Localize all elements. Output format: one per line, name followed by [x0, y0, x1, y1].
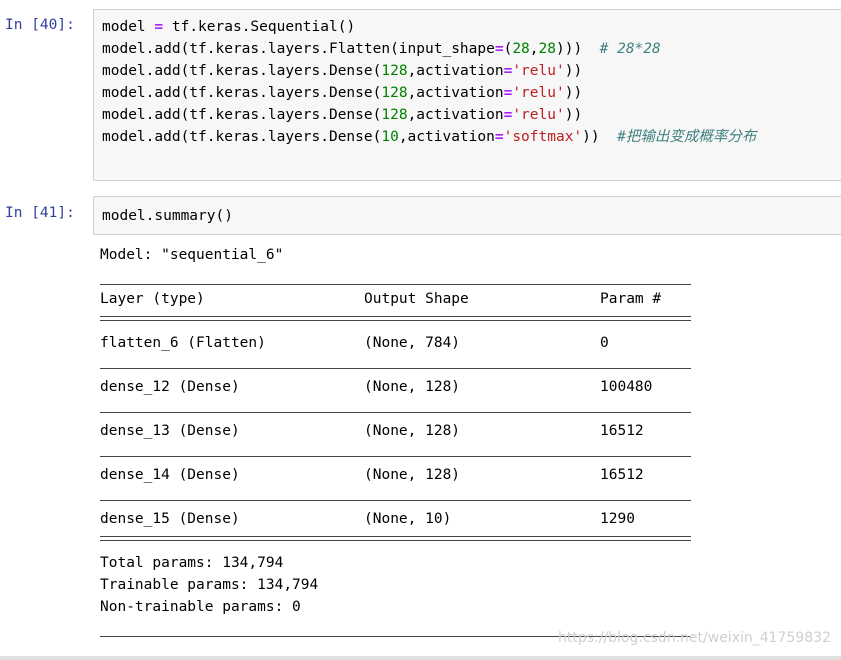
- code-token: 'softmax': [503, 129, 583, 145]
- code-token: ,activation: [407, 63, 504, 79]
- code-token: 10: [381, 129, 399, 145]
- header-layer: Layer (type): [100, 291, 205, 307]
- divider: [100, 500, 691, 501]
- code-token: 128: [381, 85, 408, 101]
- code-token: model.add(tf.keras.layers.Dense(: [102, 129, 382, 145]
- code-token: ,activation: [407, 85, 504, 101]
- param-count-cell: 1290: [600, 511, 635, 527]
- code-token: ,activation: [398, 129, 495, 145]
- layer-name-cell: dense_13 (Dense): [100, 423, 240, 439]
- code-token: 28: [512, 41, 530, 57]
- code-token: 'relu': [512, 85, 565, 101]
- code-token: ))): [555, 41, 600, 57]
- code-token: =: [494, 41, 504, 57]
- code-line: model.add(tf.keras.layers.Dense(10,activ…: [102, 126, 756, 148]
- param-count-cell: 0: [600, 335, 609, 351]
- code-token: 'relu': [512, 107, 565, 123]
- code-token: )): [564, 107, 583, 123]
- code-token: =: [494, 129, 504, 145]
- code-token: )): [564, 85, 583, 101]
- model-name-line: Model: "sequential_6": [100, 247, 284, 263]
- code-token: 128: [381, 107, 408, 123]
- cell-41-code-editor[interactable]: model.summary(): [93, 196, 841, 235]
- divider: [100, 368, 691, 369]
- code-line: model.add(tf.keras.layers.Dense(128,acti…: [102, 60, 582, 82]
- divider: [100, 412, 691, 413]
- layer-name-cell: dense_15 (Dense): [100, 511, 240, 527]
- divider-double: [100, 316, 691, 321]
- code-token: )): [564, 63, 583, 79]
- header-param: Param #: [600, 291, 662, 307]
- output-shape-cell: (None, 128): [364, 379, 461, 395]
- cell-40-prompt: In [40]:: [5, 17, 75, 33]
- output-shape-cell: (None, 784): [364, 335, 461, 351]
- layer-name-cell: flatten_6 (Flatten): [100, 335, 266, 351]
- code-token: )): [582, 129, 618, 145]
- cell-40-code-editor[interactable]: model = tf.keras.Sequential() model.add(t…: [93, 9, 841, 181]
- code-token: ,activation: [407, 107, 504, 123]
- header-output-shape: Output Shape: [364, 291, 469, 307]
- layer-name-cell: dense_12 (Dense): [100, 379, 240, 395]
- layer-name-cell: dense_14 (Dense): [100, 467, 240, 483]
- cell-41-prompt: In [41]:: [5, 205, 75, 221]
- divider-double: [100, 536, 691, 541]
- output-shape-cell: (None, 10): [364, 511, 452, 527]
- code-token: 'relu': [512, 63, 565, 79]
- code-token: model.add(tf.keras.layers.Dense(: [102, 107, 382, 123]
- code-token: model: [102, 19, 155, 35]
- code-line: model.add(tf.keras.layers.Dense(128,acti…: [102, 82, 582, 104]
- code-token: model.add(tf.keras.layers.Flatten(input_…: [102, 41, 495, 57]
- param-count-cell: 16512: [600, 423, 644, 439]
- code-token: model.add(tf.keras.layers.Dense(: [102, 85, 382, 101]
- code-token: model.add(tf.keras.layers.Dense(: [102, 63, 382, 79]
- code-text: model.summary: [102, 208, 216, 224]
- code-line: model = tf.keras.Sequential(): [102, 16, 355, 38]
- code-line: model.summary(): [102, 208, 233, 224]
- code-token: #把输出变成概率分布: [617, 129, 757, 145]
- param-count-cell: 16512: [600, 467, 644, 483]
- code-token: (: [503, 41, 513, 57]
- code-token: # 28*28: [599, 41, 661, 57]
- divider: [100, 284, 691, 285]
- output-shape-cell: (None, 128): [364, 467, 461, 483]
- watermark: https://blog.csdn.net/weixin_41759832: [557, 630, 831, 646]
- page-bottom-border: [0, 656, 841, 660]
- code-token: =: [154, 19, 164, 35]
- divider: [100, 456, 691, 457]
- trainable-params: Trainable params: 134,794: [100, 577, 319, 593]
- code-token: ,: [529, 41, 539, 57]
- total-params: Total params: 134,794: [100, 555, 284, 571]
- non-trainable-params: Non-trainable params: 0: [100, 599, 301, 615]
- code-line: model.add(tf.keras.layers.Flatten(input_…: [102, 38, 661, 60]
- param-count-cell: 100480: [600, 379, 653, 395]
- code-token: 28: [538, 41, 556, 57]
- output-shape-cell: (None, 128): [364, 423, 461, 439]
- code-line: model.add(tf.keras.layers.Dense(128,acti…: [102, 104, 582, 126]
- code-token: 128: [381, 63, 408, 79]
- code-token: tf.keras.Sequential(): [163, 19, 356, 35]
